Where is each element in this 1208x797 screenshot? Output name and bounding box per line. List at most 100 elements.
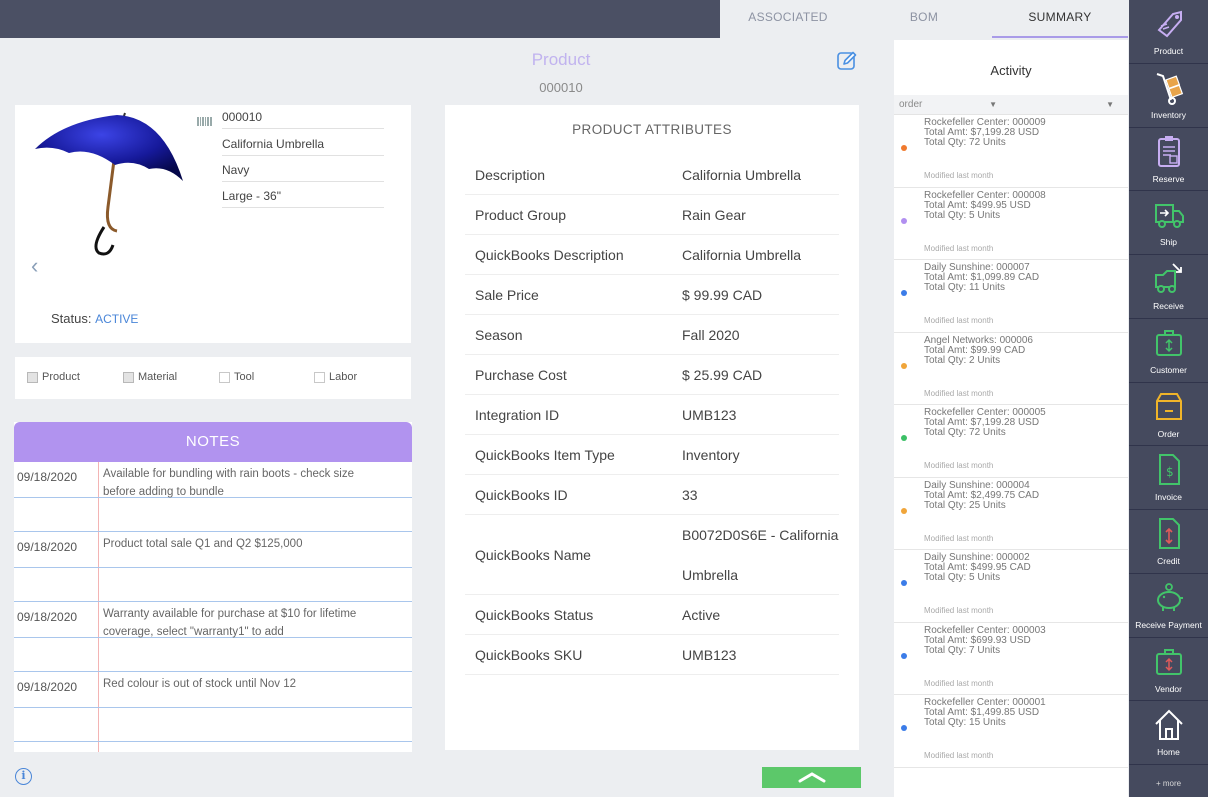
note-item[interactable]: 09/18/2020 Red colour is out of stock un… [14, 672, 412, 742]
attribute-key: QuickBooks Item Type [475, 447, 615, 463]
more-link[interactable]: + more [1129, 779, 1208, 788]
status-badge: ACTIVE [95, 312, 139, 326]
status-dot [901, 652, 907, 659]
activity-item[interactable]: Angel Networks: 000006 Total Amt: $99.99 … [894, 333, 1128, 405]
activity-line3: Total Qty: 5 Units [924, 209, 1001, 221]
type-label: Material [138, 371, 178, 383]
type-product-checkbox[interactable]: Product [27, 371, 80, 383]
type-label: Product [42, 371, 80, 383]
activity-secondary-filter[interactable]: ▼ [1011, 95, 1128, 114]
type-tool-checkbox[interactable]: Tool [219, 371, 254, 383]
activity-line3: Total Qty: 5 Units [924, 572, 1001, 583]
right-sidebar-nav: Product Inventory Reserve Ship Receive C… [1129, 0, 1208, 797]
type-labor-checkbox[interactable]: Labor [314, 371, 357, 383]
activity-item[interactable]: Rockefeller Center: 000009 Total Amt: $7,… [894, 115, 1128, 188]
activity-line1: Rockefeller Center: 000008 [924, 189, 1046, 201]
activity-summary: Rockefeller Center: 000009 Total Amt: $7,… [924, 118, 1046, 148]
attribute-row: Product Group Rain Gear [465, 195, 839, 235]
barcode-icon [197, 117, 212, 126]
activity-item[interactable]: Daily Sunshine: 000004 Total Amt: $2,499.… [894, 478, 1128, 550]
attribute-value: B0072D0S6E - California Umbrella [682, 527, 839, 583]
nav-label: Receive Payment [1135, 619, 1202, 630]
hand-truck-icon [1156, 72, 1184, 105]
nav-label: Order [1157, 428, 1180, 439]
note-item[interactable]: 09/18/2020 Product total sale Q1 and Q2 … [14, 532, 412, 602]
nav-label: Product [1153, 46, 1184, 56]
note-text: Red colour is out of stock until Nov 12 [103, 678, 297, 690]
attribute-key: QuickBooks ID [475, 487, 568, 503]
truck-ship-icon [1155, 204, 1184, 229]
tab-summary[interactable]: SUMMARY [992, 0, 1128, 38]
activity-list: Rockefeller Center: 000009 Total Amt: $7,… [894, 115, 1128, 768]
activity-title: Activity [990, 63, 1032, 78]
caret-down-icon: ▼ [989, 100, 997, 109]
tab-associated[interactable]: ASSOCIATED [720, 0, 856, 38]
activity-modified: Modified last month [924, 606, 994, 615]
type-material-checkbox[interactable]: Material [123, 371, 177, 383]
product-image [35, 112, 183, 256]
previous-image-button[interactable]: ‹ [31, 253, 38, 279]
nav-home[interactable]: Home [1129, 701, 1208, 765]
product-card: 000010 California Umbrella Navy Large - … [15, 105, 411, 343]
activity-line2: Total Amt: $2,499.75 CAD [924, 489, 1040, 501]
status-row: Status: ACTIVE [51, 311, 138, 326]
activity-item[interactable]: Rockefeller Center: 000003 Total Amt: $69… [894, 623, 1128, 695]
checkbox-icon [123, 371, 134, 383]
status-dot [901, 290, 907, 296]
note-item[interactable]: 09/18/2020 Warranty available for purcha… [14, 602, 412, 672]
nav-invoice[interactable]: $ Invoice [1129, 446, 1208, 510]
activity-summary: Rockefeller Center: 000005 Total Amt: $7,… [924, 408, 1046, 438]
attributes-title: PRODUCT ATTRIBUTES [572, 122, 732, 137]
note-item[interactable]: 09/18/2020 Available for bundling with r… [14, 462, 412, 532]
attribute-row: Purchase Cost $ 25.99 CAD [465, 355, 839, 395]
product-type-selector: Product Material Tool Labor [15, 357, 411, 399]
status-dot [901, 362, 907, 369]
attribute-key: QuickBooks Status [475, 607, 594, 623]
activity-item[interactable]: Daily Sunshine: 000007 Total Amt: $1,099.… [894, 260, 1128, 333]
nav-reserve[interactable]: Reserve [1129, 128, 1208, 192]
note-date: 09/18/2020 [17, 470, 78, 484]
nav-vendor[interactable]: Vendor [1129, 638, 1208, 702]
attribute-value: Active [682, 607, 721, 623]
activity-item[interactable]: Rockefeller Center: 000001 Total Amt: $1,… [894, 695, 1128, 768]
activity-type-filter[interactable]: order ▼ [894, 95, 1011, 114]
activity-summary: Daily Sunshine: 000007 Total Amt: $1,099.… [924, 263, 1039, 293]
attribute-row: Description California Umbrella [465, 155, 839, 195]
attribute-row: Season Fall 2020 [465, 315, 839, 355]
attribute-key: QuickBooks Name [475, 547, 591, 563]
attribute-row: QuickBooks Item Type Inventory [465, 435, 839, 475]
tab-bom[interactable]: BOM [856, 0, 992, 38]
activity-filters: order ▼ ▼ [894, 95, 1128, 115]
activity-line1: Angel Networks: 000006 [924, 334, 1033, 346]
activity-summary: Daily Sunshine: 000002 Total Amt: $499.95… [924, 553, 1031, 583]
nav-customer[interactable]: Customer [1129, 319, 1208, 383]
edit-button[interactable] [836, 50, 858, 72]
nav-receive[interactable]: Receive [1129, 255, 1208, 319]
attribute-value: California Umbrella [682, 247, 802, 263]
activity-summary: Rockefeller Center: 000008 Total Amt: $49… [924, 189, 1046, 221]
activity-item[interactable]: Rockefeller Center: 000008 Total Amt: $49… [894, 188, 1128, 260]
nav-inventory[interactable]: Inventory [1129, 64, 1208, 128]
info-icon[interactable]: i [15, 768, 32, 785]
activity-summary: Angel Networks: 000006 Total Amt: $99.99 … [924, 334, 1033, 366]
status-dot [901, 435, 907, 441]
activity-item[interactable]: Rockefeller Center: 000005 Total Amt: $7,… [894, 405, 1128, 478]
product-attributes-panel: PRODUCT ATTRIBUTES Description California… [445, 105, 859, 750]
activity-item[interactable]: Daily Sunshine: 000002 Total Amt: $499.95… [894, 550, 1128, 623]
activity-line3: Total Qty: 7 Units [924, 644, 1001, 656]
nav-receive-payment[interactable]: Receive Payment [1129, 574, 1208, 638]
nav-order[interactable]: Order [1129, 383, 1208, 447]
nav-label: Vendor [1155, 683, 1182, 694]
activity-line3: Total Qty: 25 Units [924, 499, 1006, 511]
nav-credit[interactable]: Credit [1129, 510, 1208, 574]
activity-modified: Modified last month [924, 388, 994, 398]
activity-line2: Total Amt: $499.95 USD [924, 199, 1031, 211]
scroll-top-button[interactable] [762, 767, 861, 788]
nav-ship[interactable]: Ship [1129, 191, 1208, 255]
status-dot [901, 725, 907, 731]
nav-product[interactable]: Product [1129, 0, 1208, 64]
piggy-bank-icon [1157, 582, 1183, 611]
attribute-value: UMB123 [682, 407, 737, 423]
product-color: Navy [222, 163, 384, 182]
note-date: 09/18/2020 [17, 610, 78, 624]
